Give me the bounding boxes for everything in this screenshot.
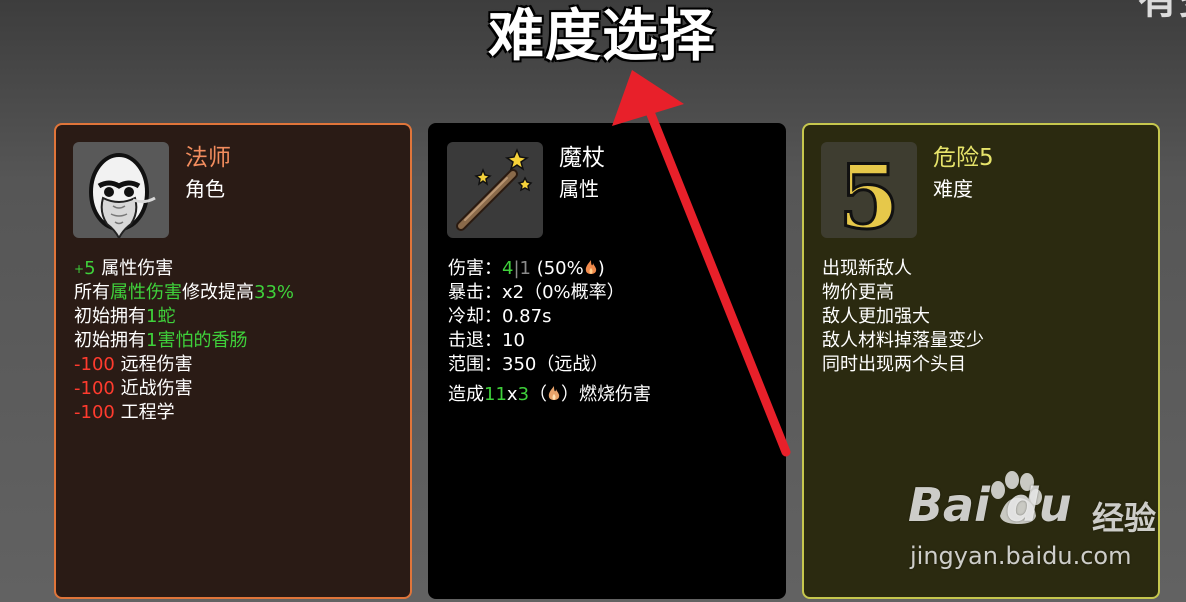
stat-value: 33% bbox=[254, 282, 295, 303]
stat-highlight: 1害怕的香肠 bbox=[146, 330, 248, 351]
stat-highlight: 1蛇 bbox=[146, 306, 176, 327]
effect-line: 敌人更加强大 bbox=[822, 306, 930, 327]
stat-text: 造成 bbox=[448, 384, 484, 405]
stat-value: -100 bbox=[74, 402, 115, 423]
stat-line: 造成11x3（ ）燃烧伤害 bbox=[448, 383, 651, 407]
character-stats: +5 属性伤害 所有属性伤害修改提高33% 初始拥有1蛇 初始拥有1害怕的香肠 … bbox=[74, 257, 294, 425]
stat-scaling: (50% bbox=[530, 258, 584, 279]
stat-value: 5 bbox=[84, 258, 96, 279]
stat-highlight: 属性伤害 bbox=[110, 282, 182, 303]
stat-line: 伤害：4|1 (50%) bbox=[448, 257, 651, 281]
stat-line: -100 工程学 bbox=[74, 401, 294, 425]
watermark-url: jingyan.baidu.com bbox=[910, 542, 1132, 570]
effect-line: 物价更高 bbox=[822, 282, 894, 303]
effect-line: 敌人材料掉落量变少 bbox=[822, 330, 984, 351]
card-name: 法师 bbox=[185, 145, 231, 171]
stat-text: 0.87s bbox=[502, 306, 552, 327]
stat-label: 冷却： bbox=[448, 306, 502, 327]
character-card[interactable]: 法师 角色 +5 属性伤害 所有属性伤害修改提高33% 初始拥有1蛇 初始拥有1… bbox=[54, 123, 412, 599]
card-type: 角色 bbox=[185, 177, 225, 201]
stat-label: 击退： bbox=[448, 330, 502, 351]
stat-label: 工程学 bbox=[114, 402, 175, 423]
stat-text: 初始拥有 bbox=[74, 330, 146, 351]
stat-line: 击退：10 bbox=[448, 329, 651, 353]
stat-value: -100 bbox=[74, 378, 115, 399]
stat-value: -100 bbox=[74, 354, 115, 375]
corner-label: 有多 bbox=[1138, 0, 1186, 23]
stat-prefix: + bbox=[74, 262, 85, 276]
stat-label: 远程伤害 bbox=[114, 354, 193, 375]
stat-text: 燃烧伤害 bbox=[579, 384, 652, 405]
stat-line: 初始拥有1蛇 bbox=[74, 305, 294, 329]
stat-text: 初始拥有 bbox=[74, 306, 146, 327]
danger-effects: 出现新敌人 物价更高 敌人更加强大 敌人材料掉落量变少 同时出现两个头目 bbox=[822, 257, 984, 377]
stat-text: x bbox=[506, 384, 518, 405]
card-name: 魔杖 bbox=[559, 145, 605, 171]
stat-label: 暴击： bbox=[448, 282, 502, 303]
stat-value: 11 bbox=[484, 384, 507, 405]
stat-value: 3 bbox=[517, 384, 530, 405]
stat-text: 10 bbox=[502, 330, 525, 351]
page-title: 难度选择 bbox=[488, 4, 716, 69]
stat-line: -100 远程伤害 bbox=[74, 353, 294, 377]
stat-label: 范围： bbox=[448, 354, 502, 375]
magic-wand-icon bbox=[447, 142, 543, 238]
card-type: 难度 bbox=[933, 177, 973, 201]
stat-line: 暴击：x2（0%概率） bbox=[448, 281, 651, 305]
stat-text: （ bbox=[529, 384, 548, 405]
stat-text: 修改提高 bbox=[182, 282, 254, 303]
effect-line: 同时出现两个头目 bbox=[822, 354, 966, 375]
burn-flame-icon bbox=[548, 386, 560, 400]
stat-text: x2（0%概率） bbox=[502, 282, 625, 303]
watermark-brand: Bai du bbox=[908, 478, 1072, 532]
danger-digit: 5 bbox=[838, 145, 899, 238]
stat-label: 近战伤害 bbox=[114, 378, 193, 399]
card-type: 属性 bbox=[559, 177, 599, 201]
stat-label: 属性伤害 bbox=[95, 258, 174, 279]
stat-scaling-close: ) bbox=[597, 258, 605, 279]
stat-line: -100 近战伤害 bbox=[74, 377, 294, 401]
card-name: 危险5 bbox=[933, 145, 994, 171]
stat-line: +5 属性伤害 bbox=[74, 257, 294, 281]
stat-base-value: 1 bbox=[519, 258, 531, 279]
danger-5-icon: 5 bbox=[821, 142, 917, 238]
stat-value: 4 bbox=[502, 258, 514, 279]
stat-text: 所有 bbox=[74, 282, 110, 303]
weapon-stats: 伤害：4|1 (50%) 暴击：x2（0%概率） 冷却：0.87s 击退：10 … bbox=[448, 257, 651, 407]
stat-text: ） bbox=[561, 384, 580, 405]
mage-egg-icon bbox=[73, 142, 169, 238]
stat-line: 所有属性伤害修改提高33% bbox=[74, 281, 294, 305]
baidu-watermark: Bai du 经验 jingyan.baidu.com bbox=[900, 470, 1180, 580]
effect-line: 出现新敌人 bbox=[822, 258, 912, 279]
stat-label: 伤害： bbox=[448, 258, 502, 279]
watermark-brand-cn: 经验 bbox=[1092, 499, 1157, 537]
weapon-card[interactable]: 魔杖 属性 伤害：4|1 (50%) 暴击：x2（0%概率） 冷却：0.87s … bbox=[428, 123, 786, 599]
stat-text: 350（远战） bbox=[502, 354, 609, 375]
stat-line: 初始拥有1害怕的香肠 bbox=[74, 329, 294, 353]
stat-line: 范围：350（远战） bbox=[448, 353, 651, 377]
elemental-flame-icon bbox=[585, 260, 596, 274]
stat-line: 冷却：0.87s bbox=[448, 305, 651, 329]
